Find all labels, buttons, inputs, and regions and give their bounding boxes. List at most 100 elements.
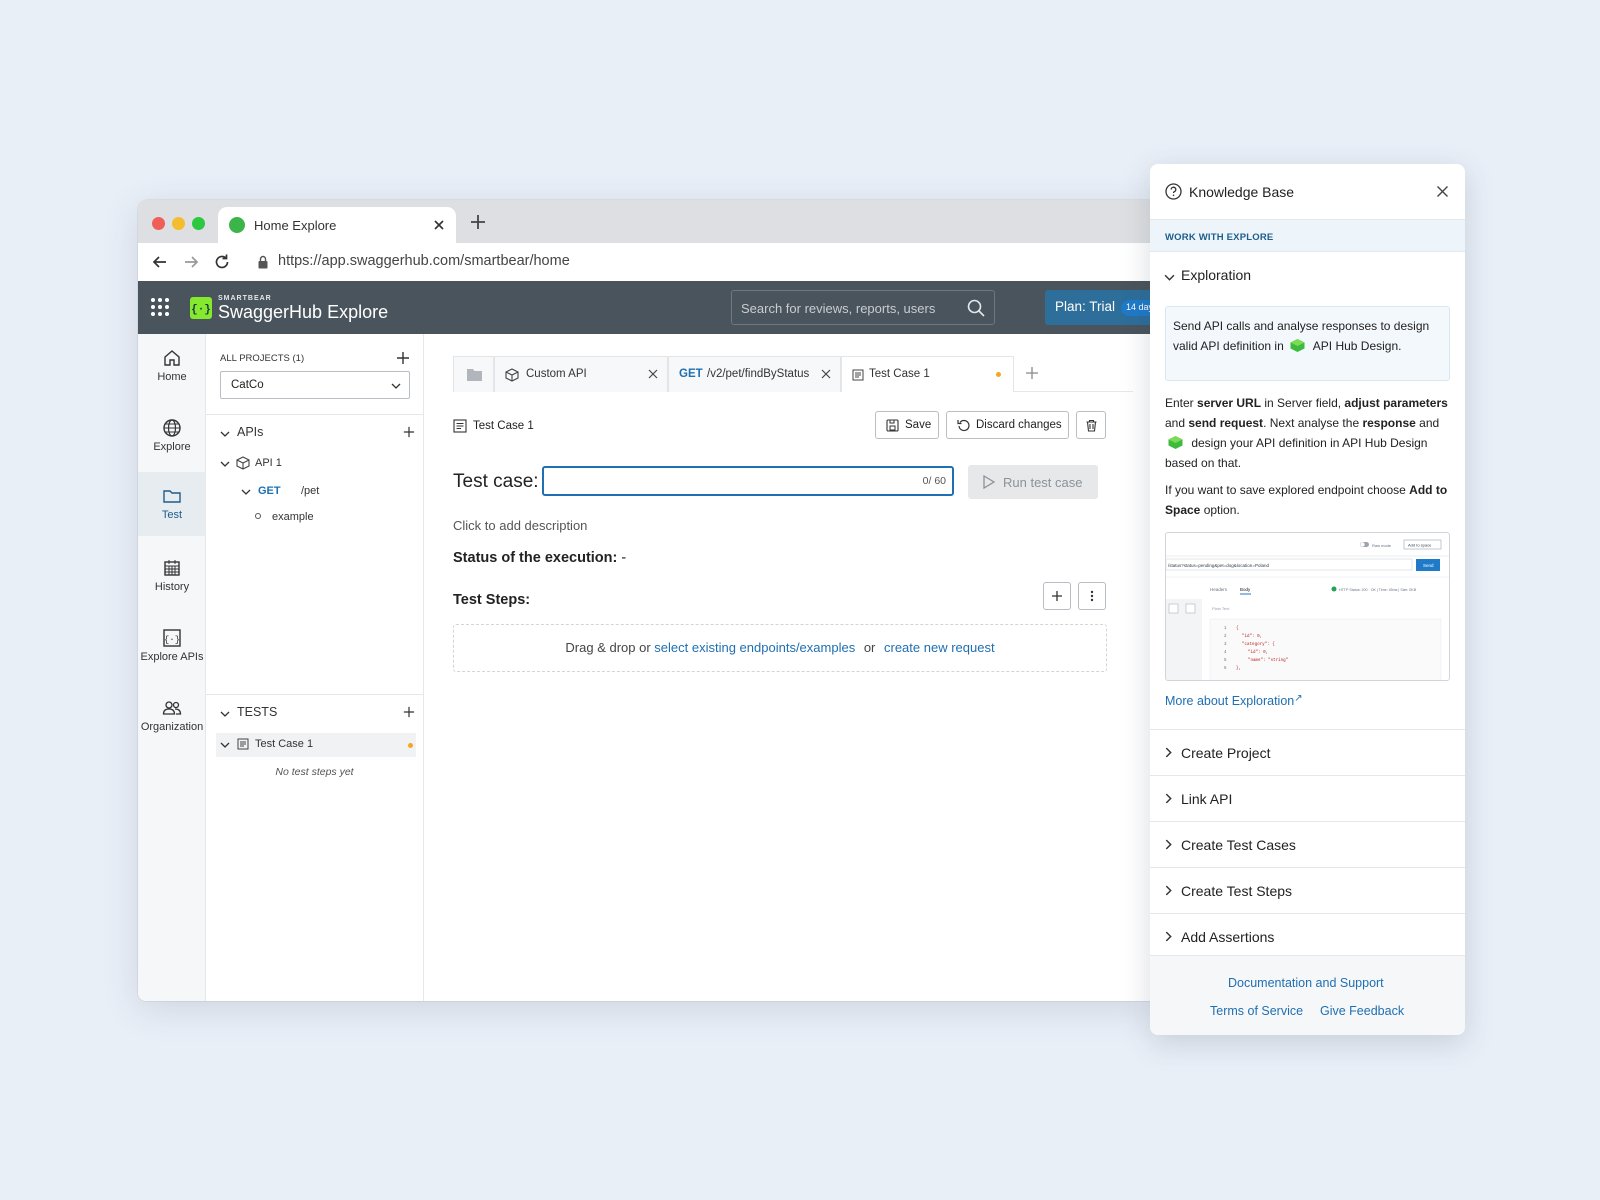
nav-item-home[interactable]: Home: [138, 334, 206, 398]
kb-topic-add-assertions[interactable]: Add Assertions: [1150, 913, 1465, 959]
delete-button[interactable]: [1076, 411, 1106, 439]
reload-icon[interactable]: [212, 252, 232, 272]
back-arrow-icon[interactable]: [150, 252, 170, 272]
plan-label: Plan: Trial: [1055, 299, 1116, 314]
close-icon[interactable]: [1436, 185, 1449, 198]
tree-item-endpoint[interactable]: /pet: [301, 485, 319, 497]
cube-icon: [236, 456, 250, 470]
kebab-menu-icon: [1090, 590, 1094, 602]
nav-item-explore[interactable]: Explore: [138, 404, 206, 468]
app-header: {·} SMARTBEAR SwaggerHub Explore Plan: T…: [138, 281, 1150, 334]
bullet-icon: [255, 513, 261, 519]
tree-item-api[interactable]: API 1: [255, 457, 282, 469]
chevron-down-icon[interactable]: [220, 709, 230, 719]
discard-changes-button[interactable]: Discard changes: [946, 411, 1069, 439]
status-label: Status of the execution:: [453, 550, 618, 566]
chevron-down-icon[interactable]: [1164, 272, 1175, 283]
kb-paragraph: Enter server URL in Server field, adjust…: [1165, 393, 1453, 473]
tab-get-findbystatus[interactable]: GET /v2/pet/findByStatus: [668, 356, 841, 392]
more-options-button[interactable]: [1078, 582, 1106, 610]
select-endpoints-link[interactable]: select existing endpoints/examples: [654, 640, 855, 655]
documentation-link[interactable]: Documentation and Support: [1228, 976, 1384, 990]
tree-item-example[interactable]: example: [272, 511, 314, 523]
save-button[interactable]: Save: [875, 411, 939, 439]
search-input[interactable]: [741, 298, 956, 318]
nav-label: Organization: [140, 721, 204, 733]
window-close-button[interactable]: [152, 217, 165, 230]
add-test-plus-icon[interactable]: [403, 706, 417, 720]
all-projects-header: ALL PROJECTS (1): [220, 353, 305, 364]
project-select[interactable]: CatCo: [220, 371, 410, 399]
forward-arrow-icon[interactable]: [181, 252, 201, 272]
test-case-name-input[interactable]: [552, 472, 902, 490]
add-project-plus-icon[interactable]: [396, 351, 410, 365]
window-minimize-button[interactable]: [172, 217, 185, 230]
chevron-down-icon[interactable]: [220, 740, 230, 750]
nav-item-explore-apis[interactable]: {·} Explore APIs: [138, 614, 206, 678]
tests-section-title[interactable]: TESTS: [237, 705, 277, 719]
method-badge: GET: [258, 485, 281, 497]
nav-item-organization[interactable]: Organization: [138, 684, 206, 748]
kb-topic-create-project[interactable]: Create Project: [1150, 729, 1465, 775]
nav-item-history[interactable]: History: [138, 544, 206, 608]
code-line: "category": {: [1242, 642, 1275, 647]
close-tab-icon[interactable]: [430, 216, 448, 234]
chevron-down-icon[interactable]: [220, 429, 230, 439]
close-tab-icon[interactable]: [647, 368, 659, 380]
tab-custom-api[interactable]: Custom API: [494, 356, 668, 392]
browser-tab-title: Home Explore: [254, 218, 337, 233]
chevron-down-icon[interactable]: [241, 487, 251, 497]
tab-test-case[interactable]: Test Case 1: [841, 356, 1014, 392]
brand-kicker: SMARTBEAR: [218, 295, 272, 302]
unsaved-indicator: [408, 743, 413, 748]
close-tab-icon[interactable]: [820, 368, 832, 380]
kb-topic-create-test-cases[interactable]: Create Test Cases: [1150, 821, 1465, 867]
test-steps-dropzone[interactable]: Drag & drop or select existing endpoints…: [453, 624, 1107, 672]
document-icon: [237, 738, 249, 750]
code-line: "name": "string": [1248, 658, 1288, 663]
terms-of-service-link[interactable]: Terms of Service: [1210, 1004, 1303, 1018]
tab-folder[interactable]: [453, 356, 494, 392]
kb-topic-create-test-steps[interactable]: Create Test Steps: [1150, 867, 1465, 913]
api-hub-leaf-icon: [1167, 435, 1184, 450]
chevron-down-icon[interactable]: [220, 459, 230, 469]
kb-topic-exploration[interactable]: Exploration: [1181, 267, 1251, 283]
add-tab-plus-icon[interactable]: [1025, 366, 1039, 380]
add-step-button[interactable]: [1043, 582, 1071, 610]
search-icon[interactable]: [966, 298, 986, 318]
kb-text: design your API definition in API Hub De…: [1165, 436, 1428, 470]
create-request-link[interactable]: create new request: [884, 640, 995, 655]
code-line: },: [1236, 666, 1241, 671]
nav-item-test[interactable]: Test: [138, 472, 206, 536]
description-field[interactable]: Click to add description: [453, 518, 587, 533]
address-bar: https://app.swaggerhub.com/smartbear/hom…: [138, 243, 1150, 281]
request-tabs: Custom API GET /v2/pet/findByStatus Test…: [453, 356, 1133, 392]
plus-icon: [1052, 591, 1062, 601]
plan-button[interactable]: Plan: Trial 14 days: [1045, 290, 1150, 325]
app-launcher-grid-icon[interactable]: [150, 297, 170, 317]
svg-text:{·}: {·}: [164, 635, 180, 645]
window-maximize-button[interactable]: [192, 217, 205, 230]
divider: [206, 414, 423, 415]
kb-text: option.: [1200, 503, 1240, 517]
code-line: "id": 0,: [1242, 634, 1262, 639]
browser-tabstrip: Home Explore: [138, 200, 1150, 243]
url-text[interactable]: https://app.swaggerhub.com/smartbear/hom…: [278, 253, 570, 269]
shot-toggle-label: Raw mode: [1372, 543, 1392, 548]
unsaved-indicator: [996, 372, 1001, 377]
give-feedback-link[interactable]: Give Feedback: [1320, 1004, 1404, 1018]
kb-callout: Send API calls and analyse responses to …: [1165, 306, 1450, 381]
apis-section-title[interactable]: APIs: [237, 425, 263, 439]
nav-label: History: [154, 581, 190, 593]
run-test-case-button[interactable]: Run test case: [968, 465, 1098, 499]
more-about-exploration-link[interactable]: More about Exploration↗: [1165, 693, 1303, 708]
api-hub-leaf-icon: [1289, 338, 1306, 353]
kb-topic-link-api[interactable]: Link API: [1150, 775, 1465, 821]
browser-window: Home Explore https://app.swaggerhub.com/…: [138, 200, 1150, 1001]
kb-topic-label: Create Project: [1181, 745, 1271, 761]
test-case-header-title: Test Case 1: [473, 420, 534, 432]
browser-tab[interactable]: Home Explore: [218, 207, 456, 243]
add-api-plus-icon[interactable]: [403, 426, 417, 440]
document-icon: [852, 369, 864, 381]
new-tab-icon[interactable]: [468, 212, 488, 232]
